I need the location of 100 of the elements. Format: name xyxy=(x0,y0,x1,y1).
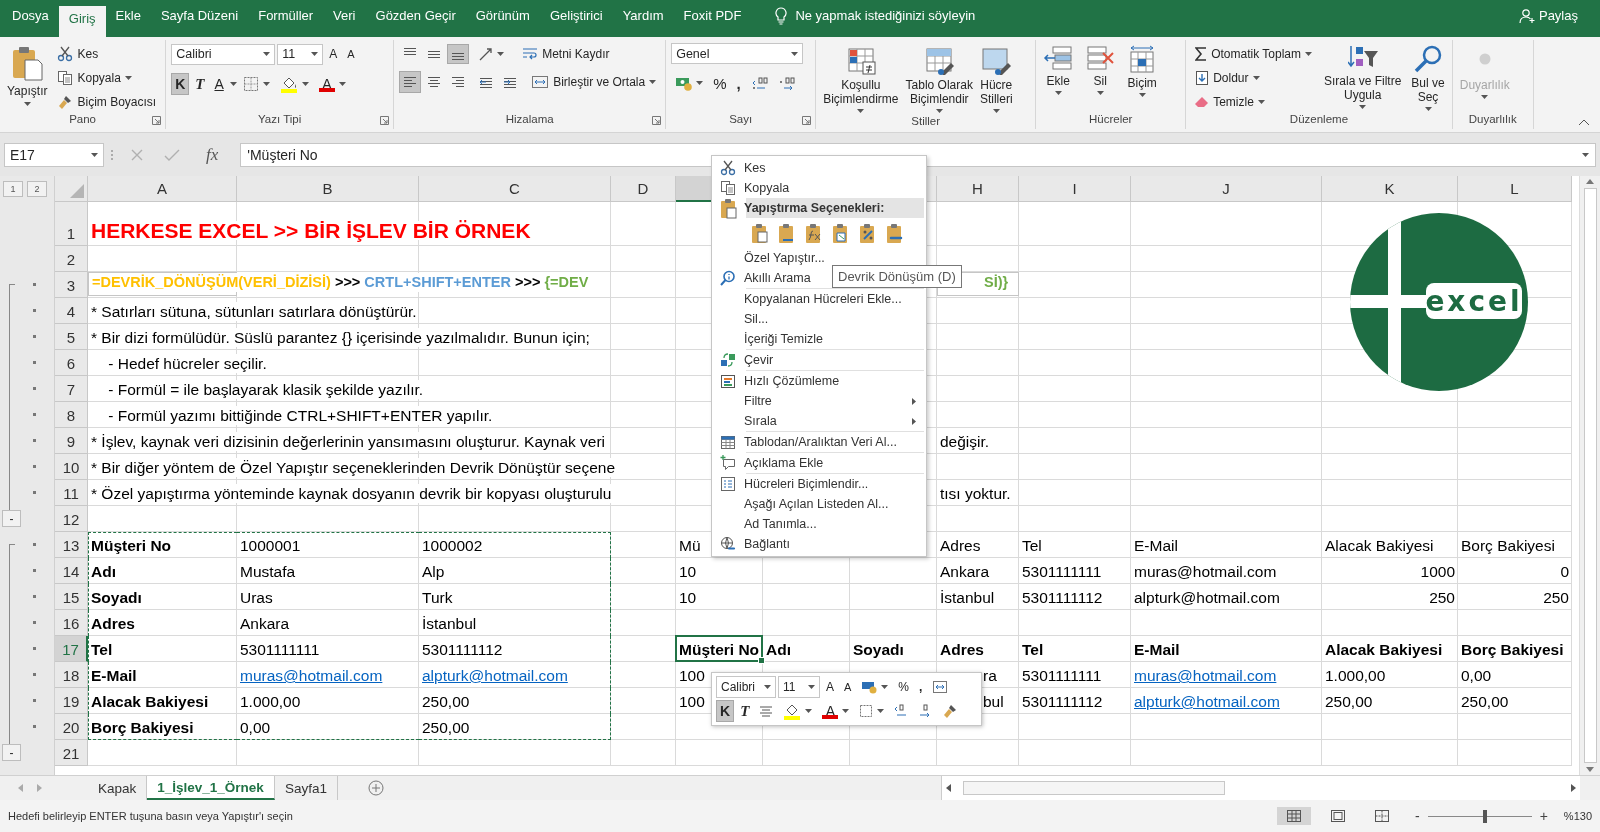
menu-item[interactable]: Aşağı Açılan Listeden Al... xyxy=(712,494,926,514)
ribbon-tab[interactable]: Sayfa Düzeni xyxy=(150,0,249,31)
share-button[interactable]: Paylaş xyxy=(1518,0,1578,31)
percent-button[interactable]: % xyxy=(709,72,731,94)
copy-button[interactable]: Kopyala xyxy=(53,67,161,89)
ribbon-button[interactable]: Tablo Olarak Biçimlendir xyxy=(903,43,975,115)
shrink-font-button[interactable]: A xyxy=(343,43,359,65)
shrink-font-button[interactable]: A xyxy=(840,676,856,698)
row-header[interactable]: 6 xyxy=(55,350,88,376)
grow-font-button[interactable]: A xyxy=(325,43,342,65)
row-header[interactable]: 1 xyxy=(55,202,88,246)
ribbon-tab[interactable]: Geliştirici xyxy=(539,0,613,31)
row-header[interactable]: 19 xyxy=(55,688,88,714)
row-header[interactable]: 14 xyxy=(55,558,88,584)
underline-button[interactable]: A xyxy=(210,73,228,95)
cut-button[interactable]: Kes xyxy=(53,43,161,65)
autosum-button[interactable]: Otomatik Toplam xyxy=(1191,43,1316,65)
paste-button[interactable]: Yapıştır xyxy=(5,43,50,108)
row-header[interactable]: 13 xyxy=(55,532,88,558)
menu-item[interactable]: Sırala xyxy=(712,411,926,431)
ribbon-tab[interactable]: Foxit PDF xyxy=(673,0,752,31)
row-header[interactable]: 10 xyxy=(55,454,88,480)
italic-button[interactable]: T xyxy=(191,73,209,95)
row-header[interactable]: 15 xyxy=(55,584,88,610)
horizontal-align-button[interactable] xyxy=(399,71,422,93)
column-header[interactable]: B xyxy=(237,176,419,202)
menu-item[interactable]: Bağlantı xyxy=(712,534,926,554)
tell-me-prompt[interactable]: Ne yapmak istediğinizi söyleyin xyxy=(795,8,976,23)
column-header[interactable]: L xyxy=(1458,176,1572,202)
merge-center-button[interactable]: Birleştir ve Ortala xyxy=(527,71,661,93)
paste-option-button[interactable] xyxy=(777,222,795,244)
format-painter-button[interactable]: Biçim Boyacısı xyxy=(53,91,161,113)
ribbon-tab[interactable]: Dosya xyxy=(2,0,59,31)
row-header[interactable]: 12 xyxy=(55,506,88,532)
column-header[interactable]: A xyxy=(88,176,237,202)
paste-option-button[interactable] xyxy=(750,222,768,244)
row-header[interactable]: 5 xyxy=(55,324,88,350)
row-header[interactable]: 20 xyxy=(55,714,88,740)
menu-item[interactable]: Hızlı Çözümleme xyxy=(712,371,926,391)
menu-item[interactable]: Hücreleri Biçimlendir... xyxy=(712,474,926,494)
row-header[interactable]: 2 xyxy=(55,246,88,272)
ribbon-button[interactable]: Sırala ve Filtre Uygula xyxy=(1322,43,1404,111)
font-name-field[interactable]: Calibri xyxy=(171,43,276,65)
collapse-button[interactable]: - xyxy=(2,510,21,527)
paste-option-button[interactable] xyxy=(858,222,876,244)
row-header[interactable]: 17 xyxy=(55,636,88,662)
row-header[interactable]: 7 xyxy=(55,376,88,402)
outline-level-button[interactable]: 1 xyxy=(3,181,23,197)
ribbon-button[interactable]: Ekle xyxy=(1041,43,1076,97)
menu-item[interactable]: Açıklama Ekle xyxy=(712,453,926,473)
ribbon-tab[interactable]: Formüller xyxy=(248,0,324,31)
bold-button[interactable]: K xyxy=(171,73,190,95)
row-header[interactable]: 3 xyxy=(55,272,88,298)
row-header[interactable]: 21 xyxy=(55,740,88,766)
menu-item[interactable]: Özel Yapıştır... xyxy=(712,248,926,268)
ribbon-tab[interactable]: Veri xyxy=(323,0,366,31)
italic-button[interactable]: T xyxy=(736,700,754,722)
horizontal-scrollbar[interactable] xyxy=(941,776,1580,800)
column-header[interactable]: J xyxy=(1131,176,1322,202)
ribbon-button[interactable]: Koşullu Biçimlendirme xyxy=(821,43,901,115)
menu-item[interactable]: Kopyalanan Hücreleri Ekle... xyxy=(712,289,926,309)
menu-item[interactable]: Sil... xyxy=(712,309,926,329)
collapse-button[interactable]: - xyxy=(2,744,21,761)
vertical-scrollbar[interactable] xyxy=(1579,176,1600,775)
paste-option-button[interactable] xyxy=(885,222,903,244)
sheet-tab[interactable]: 1_İşlev_1_Örnek xyxy=(147,776,275,800)
column-header[interactable]: I xyxy=(1019,176,1131,202)
ribbon-button[interactable]: Bul ve Seç xyxy=(1409,43,1447,113)
grow-font-button[interactable]: A xyxy=(822,676,838,698)
comma-button[interactable]: , xyxy=(732,72,745,94)
row-header[interactable]: 9 xyxy=(55,428,88,454)
column-header[interactable]: C xyxy=(419,176,611,202)
menu-item[interactable]: Kopyala xyxy=(712,178,926,198)
ribbon-tab[interactable]: Ekle xyxy=(105,0,151,31)
font-name-field[interactable]: Calibri xyxy=(716,676,776,698)
column-header[interactable]: H xyxy=(937,176,1019,202)
zoom-in-button[interactable]: + xyxy=(1539,808,1548,824)
ribbon-button[interactable]: Sil xyxy=(1083,43,1118,97)
name-box[interactable]: E17 xyxy=(4,142,104,167)
menu-item[interactable]: Tablodan/Aralıktan Veri Al... xyxy=(712,432,926,452)
menu-item[interactable]: İçeriği Temizle xyxy=(712,329,926,349)
percent-button[interactable]: % xyxy=(894,676,914,698)
zoom-out-button[interactable]: - xyxy=(1415,808,1420,824)
vertical-align-button[interactable] xyxy=(447,44,470,64)
menu-item[interactable]: Ad Tanımla... xyxy=(712,514,926,534)
ribbon-tab[interactable]: Gözden Geçir xyxy=(365,0,466,31)
ribbon-button[interactable]: Biçim xyxy=(1125,43,1160,99)
row-header[interactable]: 4 xyxy=(55,298,88,324)
row-header[interactable]: 18 xyxy=(55,662,88,688)
column-header[interactable]: K xyxy=(1322,176,1458,202)
bold-button[interactable]: K xyxy=(716,700,735,722)
zoom-level[interactable]: %130 xyxy=(1563,810,1592,822)
font-size-field[interactable]: 11 xyxy=(277,43,324,65)
ribbon-button[interactable]: Hücre Stilleri xyxy=(977,43,1015,115)
ribbon-tab[interactable]: Görünüm xyxy=(465,0,540,31)
paste-option-button[interactable] xyxy=(804,222,822,244)
row-header[interactable]: 8 xyxy=(55,402,88,428)
comma-button[interactable]: , xyxy=(915,676,927,698)
ribbon-tab[interactable]: Yardım xyxy=(612,0,674,31)
outline-level-button[interactable]: 2 xyxy=(27,181,47,197)
